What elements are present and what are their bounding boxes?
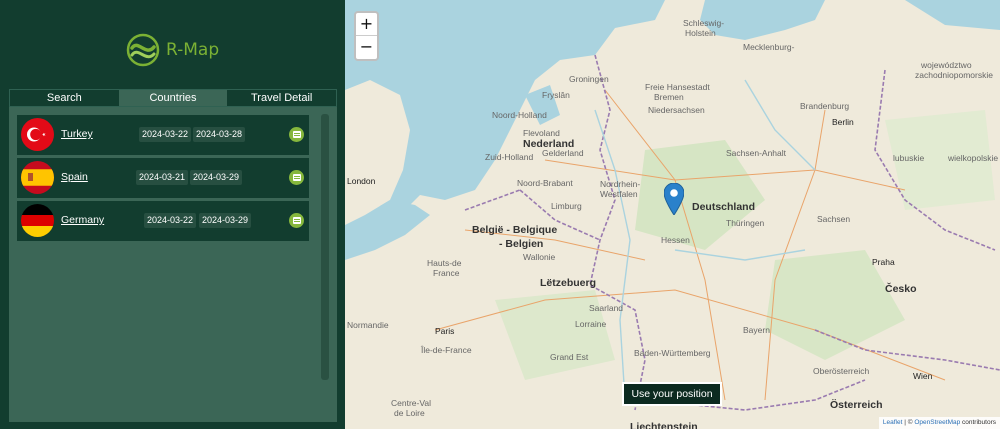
map-label-region: Sachsen [817,214,851,224]
tab-countries[interactable]: Countries [118,90,228,106]
map-label-city: Berlin [832,117,854,127]
tab-travel-detail[interactable]: Travel Detail [227,90,337,106]
map-label-region: Noord-Brabant [517,178,573,188]
leaflet-link[interactable]: Leaflet [883,419,903,426]
map-label-region: Gelderland [542,148,584,158]
app-name: R-Map [166,40,220,60]
notes-icon[interactable] [289,170,304,185]
map-label-region: Holstein [685,28,716,38]
map-label-region: lubuskie [893,153,925,163]
map-label-region: Thüringen [726,218,765,228]
leaf-logo-icon [126,33,160,67]
map-label-region: Fryslân [542,90,570,100]
map-label-region: Normandie [347,320,389,330]
country-name-link[interactable]: Germany [61,214,104,226]
end-date: 2024-03-29 [190,170,243,185]
app-logo: R-Map [126,33,219,67]
germany-flag-icon [21,204,54,237]
map-label-region: Île-de-France [421,345,472,355]
end-date: 2024-03-28 [193,127,246,142]
map-label-city: London [347,176,376,186]
start-date: 2024-03-21 [136,170,189,185]
turkey-flag-icon [21,118,54,151]
use-position-button[interactable]: Use your position [622,382,722,406]
map-label-country: - Belgien [499,238,544,250]
map-label-region: Saarland [589,303,624,313]
map-label-region: zachodniopomorskie [915,70,993,80]
notes-icon[interactable] [289,213,304,228]
map-label-region: wielkopolskie [948,153,999,163]
attribution-suffix: contributors [960,419,996,426]
map-label-region: Grand Est [550,352,589,362]
map-label-country: Lëtzebuerg [540,277,597,289]
map-label-region: Baden-Württemberg [634,348,711,358]
country-row-germany[interactable]: Germany 2024-03-22 2024-03-29 [17,201,309,241]
map-label-region: Flevoland [523,128,560,138]
osm-link[interactable]: OpenStreetMap [914,419,960,426]
map-label-region: Brandenburg [800,101,850,111]
map-label-region: Westfalen [600,189,638,199]
map-attribution: Leaflet | © OpenStreetMap contributors [878,417,1000,429]
map-label-country: Česko [885,283,917,295]
map-label-region: Bremen [654,92,684,102]
map-label-region: Hessen [661,235,690,245]
map-label-region: Groningen [569,74,609,84]
map-label-city: Paris [435,326,455,336]
map-label-city: Praha [872,257,895,267]
country-name-link[interactable]: Spain [61,171,88,183]
map-label-city: Wien [913,371,933,381]
map-label-region: województwo [921,60,972,70]
zoom-control: + − [354,11,379,61]
map-label-region: France [433,268,460,278]
zoom-out-button[interactable]: − [356,36,377,59]
start-date: 2024-03-22 [144,213,197,228]
map-label-country: Liechtenstein [630,421,698,429]
country-row-turkey[interactable]: Turkey 2024-03-22 2024-03-28 [17,115,309,155]
map-label-country: Deutschland [692,201,756,213]
country-name-link[interactable]: Turkey [61,128,93,140]
map-label-region: Freie Hansestadt [645,82,710,92]
map-label-region: Sachsen-Anhalt [726,148,787,158]
map-label-region: Limburg [551,201,582,211]
tab-search[interactable]: Search [10,90,119,106]
map-label-region: Zuid-Holland [485,152,534,162]
country-row-spain[interactable]: Spain 2024-03-21 2024-03-29 [17,158,309,198]
panel-scrollbar[interactable] [321,114,329,380]
zoom-in-button[interactable]: + [356,13,377,36]
map-label-region: Oberösterreich [813,366,870,376]
tab-bar: Search Countries Travel Detail [9,89,337,107]
spain-flag-icon [21,161,54,194]
map-label-region: Mecklenburg- [743,42,795,52]
map-label-country: Österreich [830,399,883,411]
map-label-region: Schleswig- [683,18,725,28]
attribution-separator: | © [902,419,915,426]
map-label-region: Nordrhein- [600,179,641,189]
map-label-region: Wallonie [523,252,556,262]
map-label-country: België - Belgique [472,224,558,236]
sidebar: R-Map Search Countries Travel Detail Tur… [0,0,345,429]
map-label-region: Lorraine [575,319,607,329]
notes-icon[interactable] [289,127,304,142]
start-date: 2024-03-22 [139,127,192,142]
map-label-region: Bayern [743,325,770,335]
map-label-region: Centre-Val [391,398,431,408]
map-marker-icon[interactable] [664,183,684,215]
map-label-region: Hauts-de [427,258,462,268]
map-label-region: de Loire [394,408,425,418]
map-label-region: Noord-Holland [492,110,547,120]
end-date: 2024-03-29 [199,213,252,228]
map-label-region: Niedersachsen [648,105,705,115]
